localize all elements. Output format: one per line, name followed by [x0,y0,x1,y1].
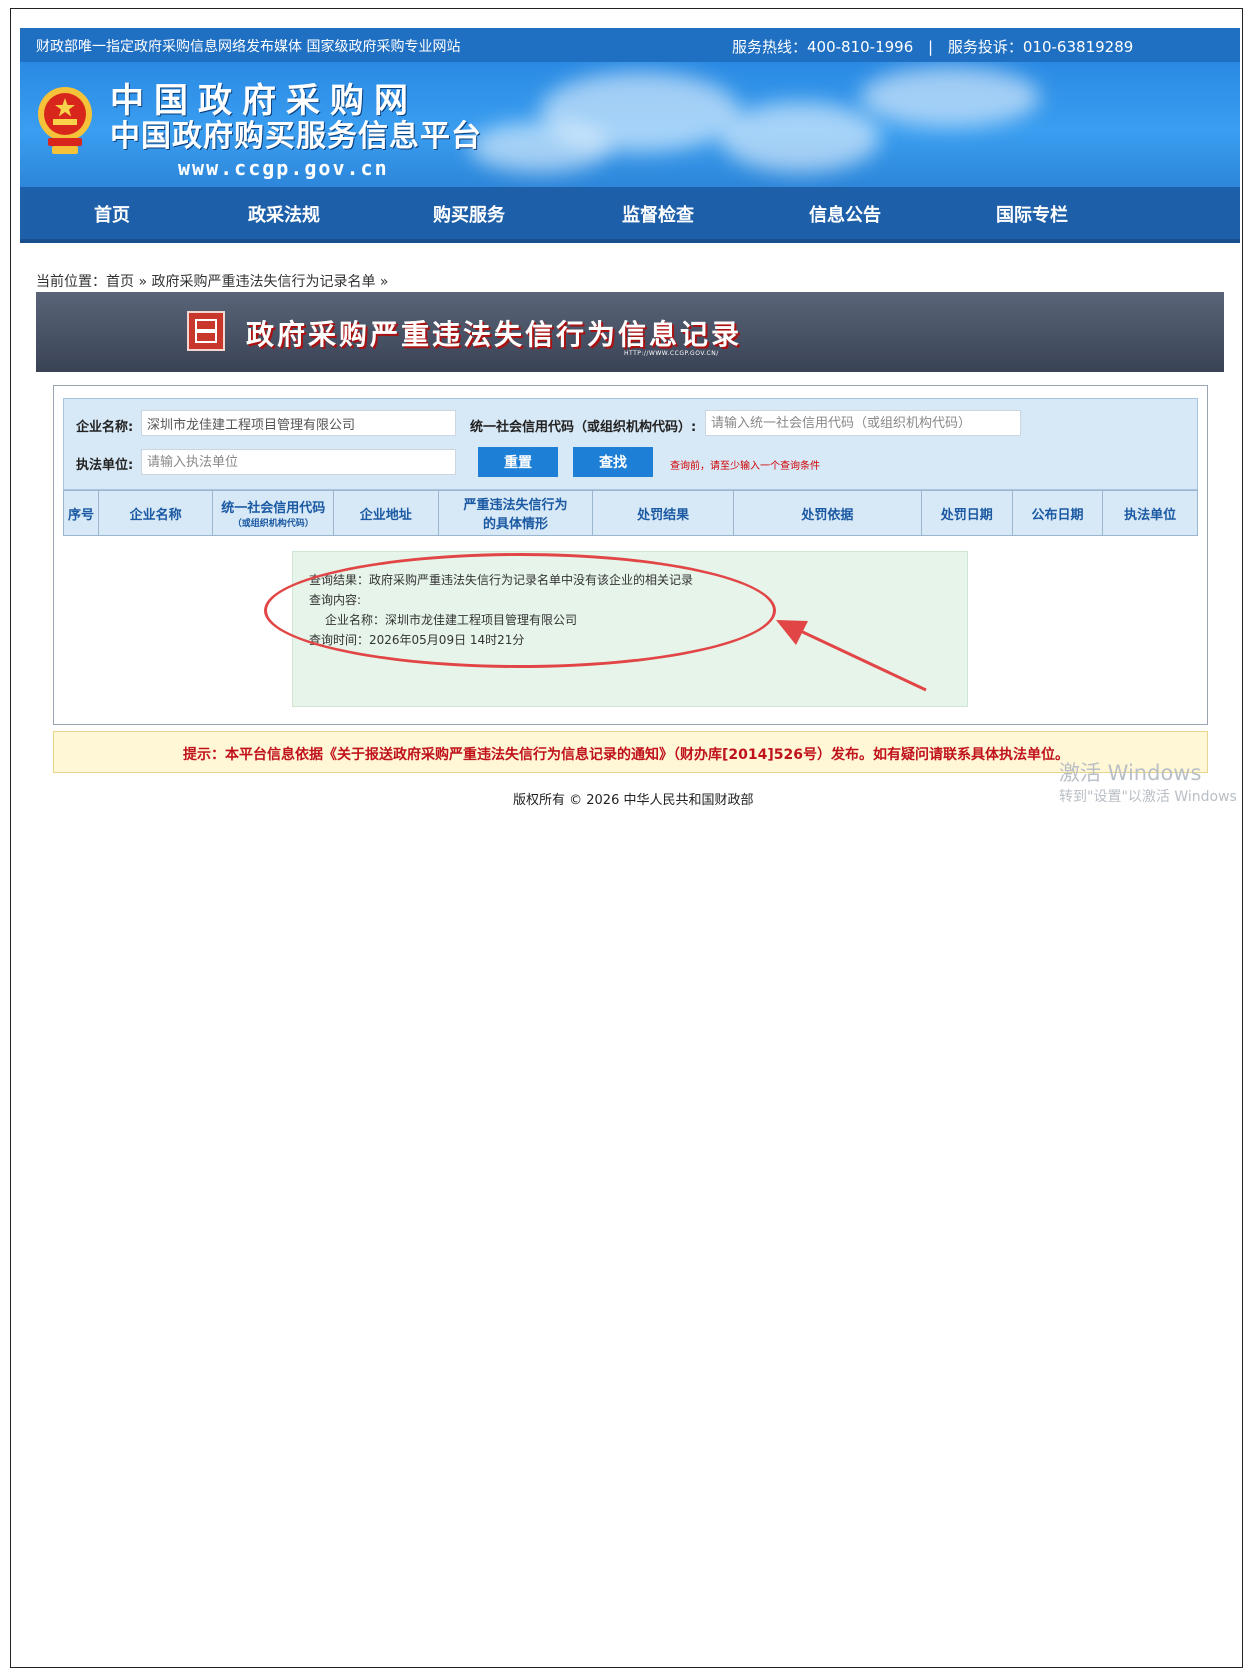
site-slogan: 财政部唯一指定政府采购信息网络发布媒体 国家级政府采购专业网站 [36,39,461,55]
column-header-penalty-result: 处罚结果 [592,490,734,536]
column-header-publish-date: 公布日期 [1011,490,1104,536]
breadcrumb-separator: » [134,274,152,290]
table-header-row: 序号 企业名称 统一社会信用代码 （或组织机构代码） 企业地址 严重违法失信行为的… [63,490,1198,536]
column-header-penalty-date: 处罚日期 [920,490,1013,536]
service-hotline: 服务热线：400-810-1996 [732,38,914,56]
cloud-decoration [860,67,1040,127]
national-emblem-icon [38,87,92,154]
notice-text: 提示：本平台信息依据《关于报送政府采购严重违法失信行为信息记录的通知》（财办库[… [183,747,1069,763]
credit-code-input[interactable] [705,410,1021,436]
activation-watermark-hint: 转到"设置"以激活 Windows [1059,789,1237,805]
column-header-violation: 严重违法失信行为的具体情形 [437,490,594,536]
header-banner: 中国政府采购网 中国政府购买服务信息平台 www.ccgp.gov.cn [20,62,1240,187]
breadcrumb-current-link[interactable]: 政府采购严重违法失信行为记录名单 [151,274,375,290]
column-header-company: 企业名称 [97,490,214,536]
cloud-decoration [470,122,610,172]
logo-url: www.ccgp.gov.cn [178,156,389,180]
column-header-enforcement-unit: 执法单位 [1102,490,1198,536]
nav-item-announcements[interactable]: 信息公告 [809,201,881,227]
page-title-url: HTTP://WWW.CCGP.GOV.CN/ [624,350,719,357]
column-header-index: 序号 [63,490,99,536]
logo-subtitle: 中国政府购买服务信息平台 [110,119,482,154]
main-nav: 首页 政采法规 购买服务 监督检查 信息公告 国际专栏 [20,187,1240,243]
record-seal-icon [187,311,225,351]
nav-item-supervision[interactable]: 监督检查 [622,201,694,227]
notice-banner: 提示：本平台信息依据《关于报送政府采购严重违法失信行为信息记录的通知》（财办库[… [53,731,1208,773]
company-name-label: 企业名称: [76,420,134,435]
nav-item-international[interactable]: 国际专栏 [996,201,1068,227]
breadcrumb-separator: » [375,274,389,290]
contact-separator: | [928,38,934,56]
breadcrumb: 当前位置：首页 » 政府采购严重违法失信行为记录名单 » [36,271,388,291]
page-frame [10,8,1243,1668]
nav-item-home[interactable]: 首页 [94,201,130,227]
results-table: 序号 企业名称 统一社会信用代码 （或组织机构代码） 企业地址 严重违法失信行为的… [63,490,1198,536]
breadcrumb-home-link[interactable]: 首页 [106,274,134,290]
enforcement-unit-label: 执法单位: [76,458,134,473]
annotation-arrow-icon [776,620,927,692]
annotation-ellipse [264,553,776,668]
nav-item-purchase-services[interactable]: 购买服务 [433,201,505,227]
column-header-address: 企业地址 [332,490,439,536]
logo-title: 中国政府采购网 [110,81,418,121]
company-name-input[interactable] [141,410,456,436]
complaint-hotline: 服务投诉：010-63819289 [947,38,1134,56]
contact-info: 服务热线：400-810-1996 | 服务投诉：010-63819289 [732,36,1133,57]
copyright: 版权所有 © 2026 中华人民共和国财政部 [513,793,754,808]
enforcement-unit-input[interactable] [141,449,456,475]
nav-item-regulations[interactable]: 政采法规 [248,201,320,227]
search-hint: 查询前，请至少输入一个查询条件 [670,461,820,472]
top-info-bar: 财政部唯一指定政府采购信息网络发布媒体 国家级政府采购专业网站 服务热线：400… [20,28,1240,62]
credit-code-label: 统一社会信用代码（或组织机构代码）: [470,420,697,435]
search-form: 企业名称: 统一社会信用代码（或组织机构代码）: 执法单位: 重置 查找 查询前… [63,398,1198,490]
column-header-credit-code: 统一社会信用代码 （或组织机构代码） [212,490,334,536]
search-button[interactable]: 查找 [573,447,653,477]
breadcrumb-prefix: 当前位置： [36,274,106,290]
reset-button[interactable]: 重置 [478,447,558,477]
page-title-bar: 政府采购严重违法失信行为信息记录 HTTP://WWW.CCGP.GOV.CN/ [36,292,1224,372]
column-header-penalty-basis: 处罚依据 [732,490,922,536]
page-title: 政府采购严重违法失信行为信息记录 [246,318,743,351]
cloud-decoration [720,102,880,172]
activation-watermark: 激活 Windows [1059,761,1202,785]
